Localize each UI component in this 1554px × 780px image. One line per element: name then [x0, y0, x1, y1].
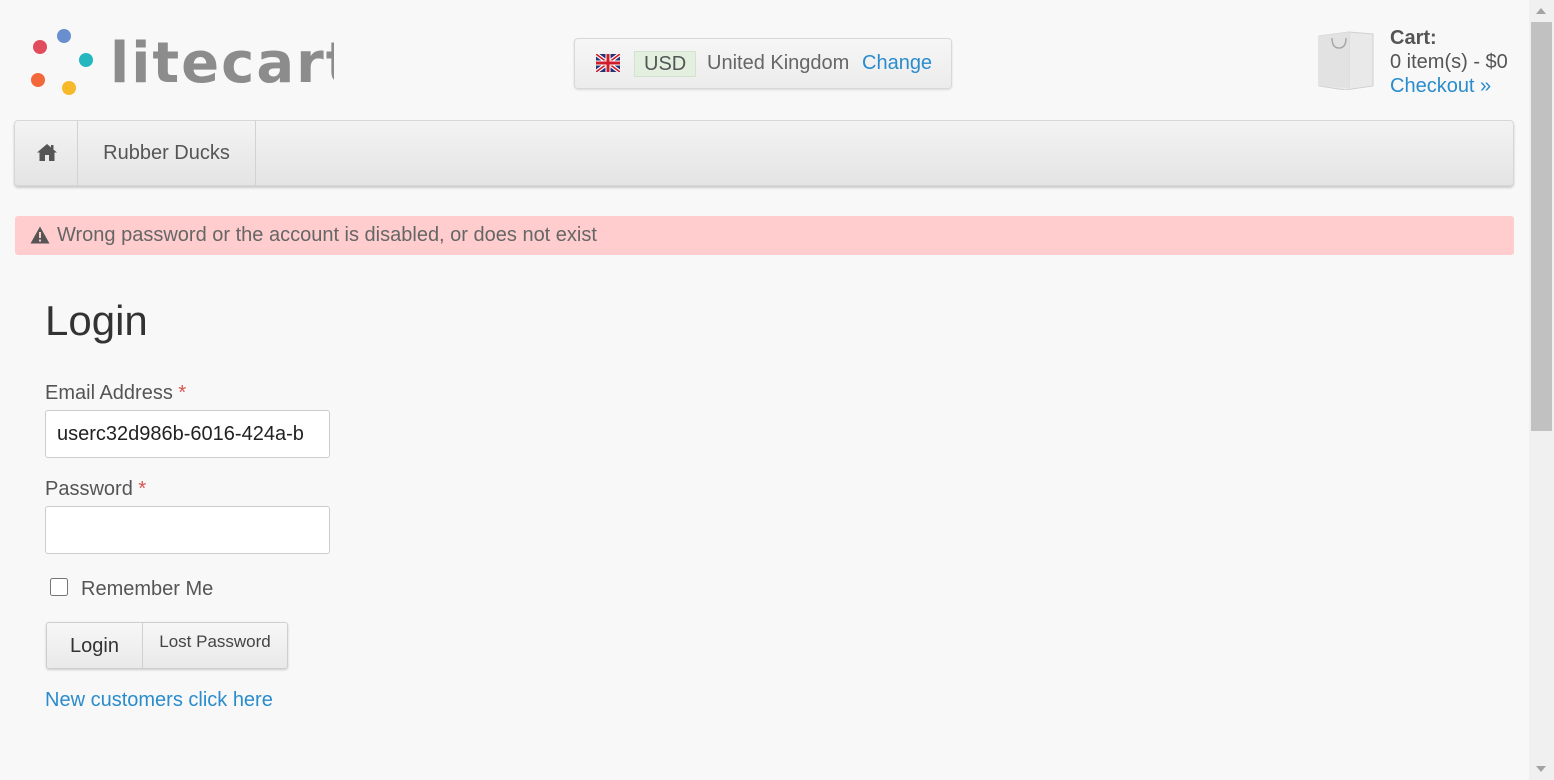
- scrollbar-thumb[interactable]: [1531, 22, 1552, 431]
- scroll-up-arrow-icon[interactable]: [1536, 8, 1546, 14]
- password-label: Password *: [45, 478, 146, 501]
- new-customers-link[interactable]: New customers click here: [45, 689, 273, 712]
- email-label: Email Address *: [45, 382, 186, 405]
- litecart-logo[interactable]: litecart: [24, 26, 353, 98]
- home-icon: [37, 144, 57, 161]
- required-marker: *: [138, 478, 147, 500]
- nav-item-rubber-ducks[interactable]: Rubber Ducks: [78, 121, 256, 185]
- litecart-logo-icon: litecart: [31, 29, 353, 96]
- cart-summary: 0 item(s) - $0: [1390, 51, 1508, 73]
- email-label-text: Email Address: [45, 382, 173, 404]
- country-label: United Kingdom: [707, 52, 850, 74]
- remember-me-label[interactable]: Remember Me: [81, 578, 213, 601]
- region-selector[interactable]: USD United Kingdom Change: [574, 38, 952, 89]
- alert-message: Wrong password or the account is disable…: [57, 224, 597, 246]
- warning-icon: [30, 226, 50, 244]
- change-region-link[interactable]: Change: [862, 52, 932, 75]
- lost-password-button[interactable]: Lost Password: [143, 623, 287, 668]
- uk-flag-icon: [596, 54, 620, 72]
- password-label-text: Password: [45, 478, 133, 500]
- shopping-bag-icon[interactable]: [1315, 28, 1377, 90]
- error-alert: Wrong password or the account is disable…: [15, 216, 1514, 255]
- page-title: Login: [45, 297, 148, 344]
- required-marker: *: [178, 382, 187, 404]
- page: litecart USD United Kingdom Change Cart:…: [0, 0, 1529, 780]
- checkout-link[interactable]: Checkout »: [1390, 75, 1491, 98]
- nav-home-button[interactable]: [15, 121, 78, 185]
- login-button[interactable]: Login: [47, 623, 143, 668]
- email-field[interactable]: [45, 410, 330, 458]
- remember-me-checkbox[interactable]: [50, 578, 68, 596]
- vertical-scrollbar[interactable]: [1529, 0, 1554, 780]
- login-button-group: Login Lost Password: [46, 622, 288, 669]
- currency-badge: USD: [634, 51, 697, 77]
- cart-title: Cart:: [1390, 27, 1437, 49]
- logo-text: litecart: [110, 31, 334, 96]
- password-field[interactable]: [45, 506, 330, 554]
- main-navbar: Rubber Ducks: [14, 120, 1514, 186]
- scroll-down-arrow-icon[interactable]: [1536, 766, 1546, 772]
